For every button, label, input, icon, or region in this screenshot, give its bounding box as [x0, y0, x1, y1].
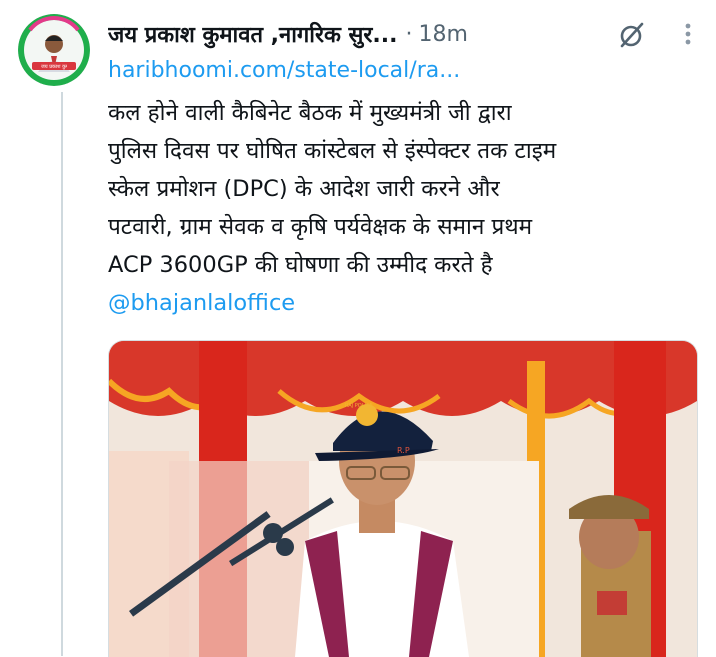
separator-dot: ·	[405, 21, 413, 47]
avatar-caption: जय प्रकाश कुमावत	[41, 64, 67, 70]
post-body-line: पुलिस दिवस पर घोषित कांस्टेबल से इंस्पेक…	[108, 138, 557, 164]
post-body-line: कल होने वाली कैबिनेट बैठक में मुख्यमंत्र…	[108, 100, 512, 126]
more-vertical-icon[interactable]	[674, 20, 702, 48]
post-body-line: स्केल प्रमोशन (DPC) के आदेश जारी करने और	[108, 176, 500, 202]
avatar[interactable]: जय प्रकाश कुमावत	[18, 14, 90, 86]
post-body: कल होने वाली कैबिनेट बैठक में मुख्यमंत्र…	[108, 94, 700, 322]
article-link[interactable]: haribhoomi.com/state-local/ra...	[108, 56, 698, 86]
post-body-line: ACP 3600GP की घोषणा की उम्मीद करते है	[108, 252, 493, 278]
author-display-name[interactable]: जय प्रकाश कुमावत ,नागरिक सुर...	[108, 19, 398, 49]
cap-insignia-text: R.P	[397, 446, 410, 455]
cap-badge-text: RAJ POLICE	[345, 403, 373, 409]
media-photo: R.P RAJ POLICE	[109, 341, 697, 657]
thread-connector-line	[61, 92, 63, 656]
post-media-image[interactable]: R.P RAJ POLICE	[108, 340, 698, 657]
avatar-image	[18, 14, 90, 86]
post-header: जय प्रकाश कुमावत ,नागरिक सुर... · 18m	[108, 14, 706, 54]
mention-link[interactable]: @bhajanlaloffice	[108, 284, 700, 322]
post-timestamp[interactable]: 18m	[419, 22, 468, 47]
post-body-line: पटवारी, ग्राम सेवक व कृषि पर्यवेक्षक के …	[108, 214, 533, 240]
grok-slash-icon[interactable]	[616, 19, 648, 51]
